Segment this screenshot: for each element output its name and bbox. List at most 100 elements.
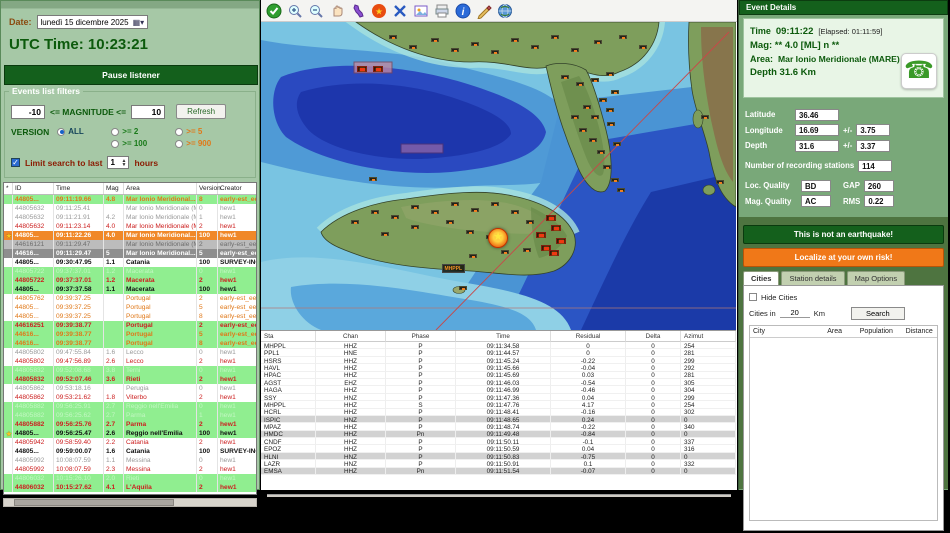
limit-search-checkbox[interactable]: ✓ bbox=[11, 158, 20, 167]
station-row[interactable]: MPAZ HHZ P 09:11:48.74 -0.22 0 340 bbox=[261, 423, 736, 431]
seismic-station-marker[interactable] bbox=[541, 245, 551, 251]
event-row[interactable]: ★ 44805... 09:11:22.26 4.0 Mar Ionio Meridio… bbox=[4, 231, 256, 240]
epicenter-star-marker[interactable]: ★ bbox=[488, 228, 508, 248]
globe-icon[interactable] bbox=[496, 2, 514, 20]
seismic-station-marker[interactable] bbox=[611, 178, 619, 182]
tab-station-details[interactable]: Station details bbox=[781, 270, 845, 285]
seismic-station-marker[interactable] bbox=[536, 232, 546, 238]
seismic-station-marker[interactable] bbox=[351, 220, 359, 224]
seismic-station-marker[interactable] bbox=[369, 177, 377, 181]
longitude-input[interactable]: 16.69 bbox=[795, 124, 839, 136]
zoom-out-icon[interactable] bbox=[307, 2, 325, 20]
seismic-station-marker[interactable] bbox=[511, 38, 519, 42]
event-row[interactable]: 44805862 09:53:18.16 Perugia 0 hew1 bbox=[4, 384, 256, 393]
cities-search-button[interactable]: Search bbox=[850, 306, 905, 320]
map[interactable]: MHPPL ★ bbox=[261, 22, 736, 330]
seismic-station-marker[interactable] bbox=[491, 50, 499, 54]
seismic-station-marker[interactable] bbox=[501, 250, 509, 254]
seismic-station-marker[interactable] bbox=[446, 220, 454, 224]
station-row[interactable]: HMDC HHZ Pn 09:11:49.48 -0.84 0 0 bbox=[261, 430, 736, 439]
station-row[interactable]: PPL1 HNE P 09:11:44.57 0 0 281 bbox=[261, 349, 736, 357]
tab-map-options[interactable]: Map Options bbox=[846, 270, 906, 285]
snapshot-icon[interactable] bbox=[412, 2, 430, 20]
seismic-station-marker[interactable] bbox=[471, 208, 479, 212]
seismic-station-marker[interactable] bbox=[556, 238, 566, 244]
seismic-station-marker[interactable] bbox=[531, 45, 539, 49]
event-row[interactable]: 44805992 10:08:07.59 2.3 Messina 2 hew1 bbox=[4, 465, 256, 474]
seismic-station-marker[interactable] bbox=[371, 210, 379, 214]
pan-hand-icon[interactable] bbox=[328, 2, 346, 20]
seismic-station-marker[interactable] bbox=[411, 225, 419, 229]
event-row[interactable]: 44805942 09:58:59.40 2.2 Catania 2 hew1 bbox=[4, 438, 256, 447]
hours-spinner[interactable]: 1 ▲ ▼ bbox=[107, 156, 130, 169]
event-row[interactable]: 44805... 09:30:47.95 1.1 Catania 100 SURVEY-I… bbox=[4, 258, 256, 267]
seismic-station-marker[interactable] bbox=[619, 35, 627, 39]
seismic-station-marker[interactable] bbox=[639, 45, 647, 49]
event-row[interactable]: 44805762 09:39:37.25 Portugal 2 early-est_ee… bbox=[4, 294, 256, 303]
station-table-hscrollbar[interactable] bbox=[267, 494, 731, 497]
localize-button[interactable]: Localize at your own risk! bbox=[743, 247, 944, 267]
station-row[interactable]: HAGA HHZ P 09:11:46.99 -0.46 0 304 bbox=[261, 386, 736, 394]
seismic-station-marker[interactable] bbox=[571, 115, 579, 119]
hide-cities-checkbox[interactable] bbox=[749, 293, 757, 301]
seismic-station-marker[interactable] bbox=[603, 165, 611, 169]
event-row[interactable]: 44616... 09:39:38.77 Portugal 8 early-est_ee… bbox=[4, 339, 256, 348]
event-row[interactable]: 44805... 09:59:00.07 1.6 Catania 100 SURVEY-I… bbox=[4, 447, 256, 456]
seismic-station-marker[interactable] bbox=[389, 35, 397, 39]
seismic-station-marker[interactable] bbox=[391, 215, 399, 219]
event-row[interactable]: 44805992 10:08:07.59 1.1 Messina 0 hew1 bbox=[4, 456, 256, 465]
not-earthquake-button[interactable]: This is not an earthquake! bbox=[743, 224, 944, 244]
depth-input[interactable]: 31.6 bbox=[795, 139, 839, 152]
seismic-station-marker[interactable] bbox=[606, 72, 614, 76]
seismic-station-marker[interactable] bbox=[606, 108, 614, 112]
seismic-station-marker[interactable] bbox=[591, 115, 599, 119]
event-row[interactable]: ★ 44805... 09:56:25.47 2.6 Reggio nell'Emili… bbox=[4, 429, 256, 438]
seismic-station-marker[interactable] bbox=[594, 40, 602, 44]
event-row[interactable]: 44805882 09:56:25.91 2.7 Reggio nell'Emilia… bbox=[4, 402, 256, 411]
seismic-station-marker[interactable] bbox=[411, 205, 419, 209]
event-row[interactable]: 44805802 09:47:56.89 2.6 Lecco 2 hew1 bbox=[4, 357, 256, 366]
event-row[interactable]: 44805722 09:37:37.01 1.2 Macerata 0 hew1 bbox=[4, 267, 256, 276]
seismic-station-marker[interactable] bbox=[431, 38, 439, 42]
seismic-station-marker[interactable] bbox=[551, 225, 561, 231]
station-row[interactable]: EMSA HHZ Pn 09:11:51.54 -0.07 0 0 bbox=[261, 467, 736, 476]
event-row[interactable]: 44806032 10:15:27.62 4.1 L'Aquila 2 hew1 bbox=[4, 483, 256, 492]
seismic-station-marker[interactable] bbox=[591, 78, 599, 82]
event-row[interactable]: 44806032 10:15:26.10 2.0 Rieti 0 hew1 bbox=[4, 474, 256, 483]
event-row[interactable]: 44805832 09:52:07.46 3.6 Rieti 2 hew1 bbox=[4, 375, 256, 384]
seismic-station-marker[interactable] bbox=[583, 105, 591, 109]
station-row[interactable]: MHPPL HHZ P 09:11:34.58 0 0 254 bbox=[261, 342, 736, 350]
seismic-station-marker[interactable] bbox=[611, 90, 619, 94]
seismic-station-marker[interactable] bbox=[451, 202, 459, 206]
phone-call-icon[interactable]: ☎ bbox=[901, 53, 937, 89]
seismic-station-marker[interactable] bbox=[561, 75, 569, 79]
station-row[interactable]: ISPIC HNZ P 09:11:48.65 0.24 0 0 bbox=[261, 415, 736, 424]
seismic-station-marker[interactable] bbox=[466, 230, 474, 234]
event-row[interactable]: 44805802 09:47:55.84 1.6 Lecco 0 hew1 bbox=[4, 348, 256, 357]
event-row[interactable]: 44805632 09:11:23.14 4.0 Mar Ionio Meridion… bbox=[4, 222, 256, 231]
mag-min-input[interactable]: -10 bbox=[11, 104, 45, 119]
station-row[interactable]: HCRL HHZ P 09:11:48.41 -0.16 0 302 bbox=[261, 408, 736, 416]
seismic-station-marker[interactable] bbox=[511, 210, 519, 214]
events-table-hscrollbar[interactable] bbox=[3, 498, 257, 507]
station-row[interactable]: EPOZ HHZ P 09:11:50.59 0.04 0 316 bbox=[261, 445, 736, 453]
version-radio-2[interactable]: >= 2 bbox=[111, 127, 173, 136]
event-row[interactable]: 44805882 09:56:25.76 2.7 Parma 2 hew1 bbox=[4, 420, 256, 429]
version-radio-100[interactable]: >= 100 bbox=[111, 139, 173, 148]
event-star-icon[interactable]: ★ bbox=[370, 2, 388, 20]
cities-table[interactable]: City Area Population Distance bbox=[749, 324, 938, 521]
version-radio-5[interactable]: >= 5 bbox=[175, 127, 237, 136]
seismic-station-marker[interactable] bbox=[451, 48, 459, 52]
info-icon[interactable]: i bbox=[454, 2, 472, 20]
seismic-station-marker[interactable] bbox=[576, 82, 584, 86]
close-icon[interactable] bbox=[391, 2, 409, 20]
seismic-station-marker[interactable] bbox=[357, 66, 367, 72]
station-row[interactable]: HLNI HNZ P 09:11:50.83 -0.75 0 0 bbox=[261, 452, 736, 461]
seismic-station-marker[interactable] bbox=[459, 286, 467, 290]
seismic-station-marker[interactable] bbox=[571, 48, 579, 52]
station-row[interactable]: HSRS HHZ P 09:11:45.24 -0.22 0 299 bbox=[261, 356, 736, 365]
italy-region-icon[interactable] bbox=[349, 2, 367, 20]
event-row[interactable]: 44805862 09:53:21.62 1.8 Viterbo 2 hew1 bbox=[4, 393, 256, 402]
seismic-station-marker[interactable] bbox=[617, 188, 625, 192]
seismic-station-marker[interactable] bbox=[597, 150, 605, 154]
